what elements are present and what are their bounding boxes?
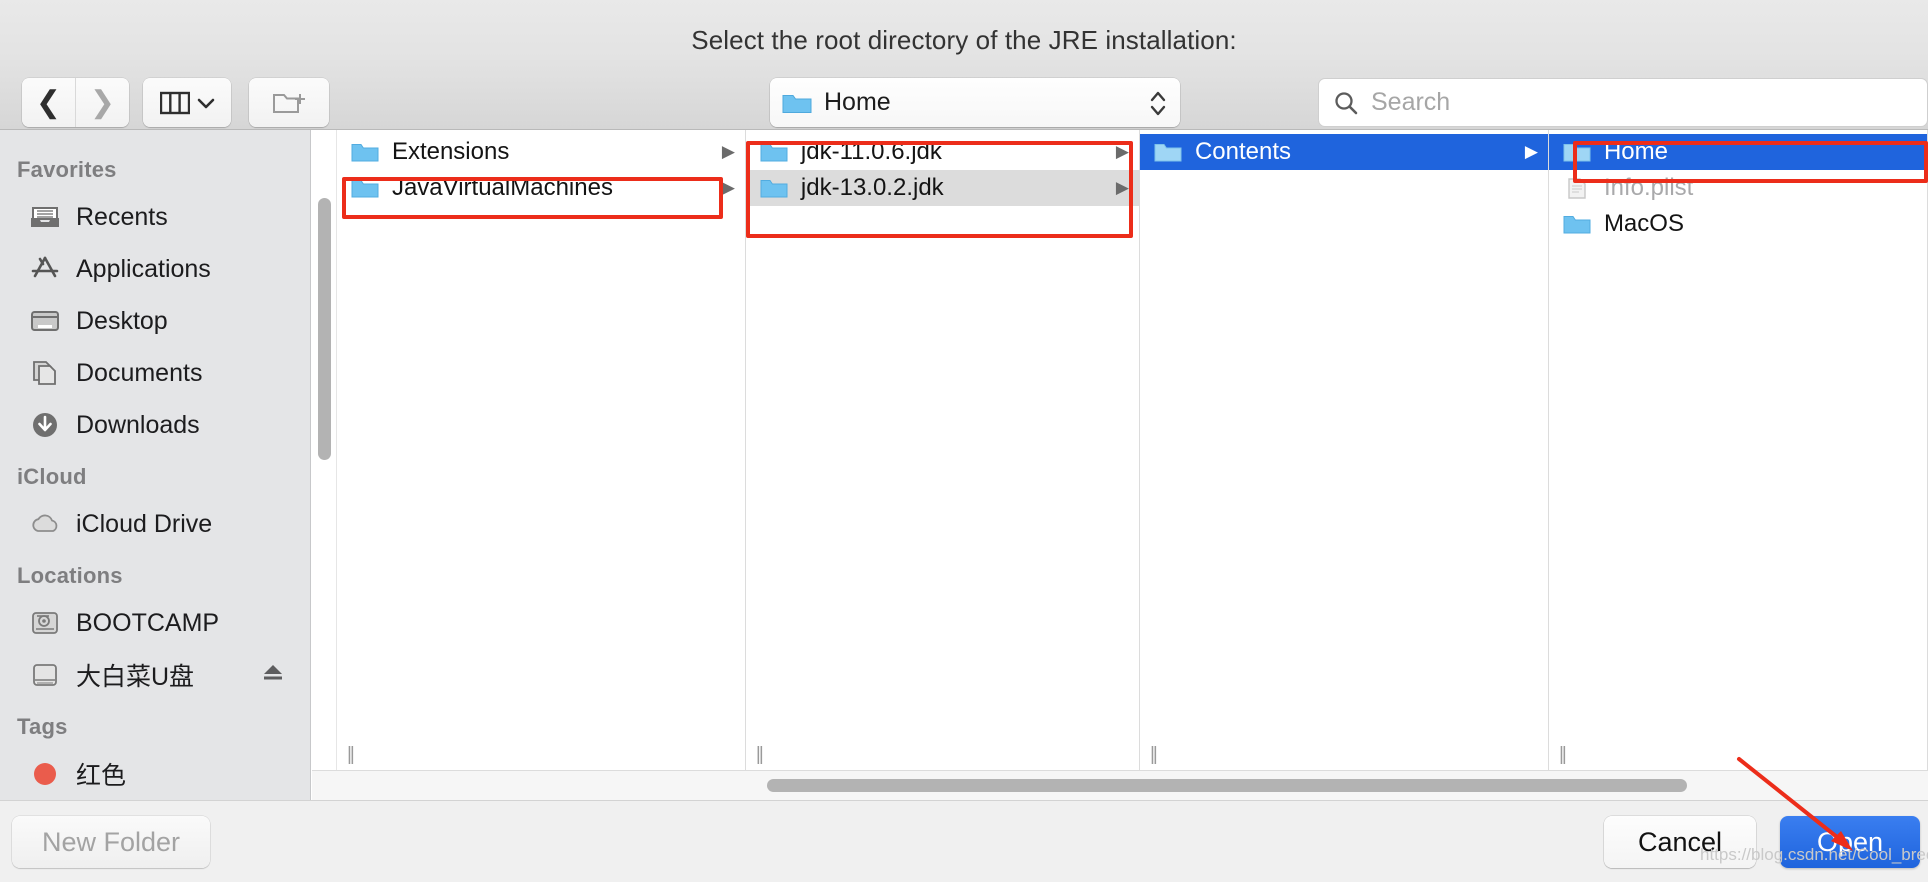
- dialog-footer: New Folder Cancel Open: [0, 800, 1928, 882]
- sidebar-item-external-drive[interactable]: 大白菜U盘: [0, 649, 310, 701]
- disclosure-arrow-icon: ▶: [721, 178, 735, 197]
- downloads-icon: [30, 411, 60, 439]
- column-2-resize-grip[interactable]: ||: [756, 744, 764, 766]
- red-tag-icon: [30, 760, 60, 788]
- disclosure-arrow-icon: ▶: [721, 142, 735, 161]
- sidebar-item-tag-red[interactable]: 红色: [0, 748, 310, 800]
- sidebar-item-applications[interactable]: Applications: [0, 243, 310, 295]
- column-2-row-jdk-11[interactable]: jdk-11.0.6.jdk ▶: [746, 134, 1139, 170]
- browser-horizontal-scrollbar[interactable]: [312, 770, 1928, 801]
- folder-icon: [351, 141, 379, 164]
- scrollbar-thumb[interactable]: [318, 198, 331, 460]
- sidebar-item-label: Documents: [76, 358, 203, 387]
- row-label: Home: [1603, 138, 1668, 165]
- column-4-resize-grip[interactable]: ||: [1559, 744, 1567, 766]
- column-1-scrollbar[interactable]: [312, 130, 337, 770]
- sidebar-item-desktop[interactable]: Desktop: [0, 295, 310, 347]
- row-label: jdk-13.0.2.jdk: [800, 174, 944, 201]
- search-field[interactable]: Search: [1318, 78, 1928, 127]
- forward-button[interactable]: ❯: [75, 78, 129, 127]
- folder-icon: [782, 91, 812, 115]
- applications-icon: [30, 255, 60, 283]
- sidebar-item-label: Desktop: [76, 306, 168, 335]
- column-3: Contents ▶ ||: [1139, 130, 1549, 770]
- column-4-row-macos[interactable]: MacOS: [1549, 206, 1927, 242]
- folder-icon: [760, 141, 788, 164]
- disclosure-arrow-icon: ▶: [1115, 178, 1129, 197]
- sidebar-item-icloud-drive[interactable]: iCloud Drive: [0, 498, 310, 550]
- external-drive-icon: [30, 661, 60, 689]
- icloud-drive-icon: [30, 510, 60, 538]
- chevron-down-icon: [197, 97, 215, 109]
- sidebar-item-label: Applications: [76, 254, 211, 283]
- scrollbar-thumb[interactable]: [767, 779, 1687, 792]
- row-label: jdk-11.0.6.jdk: [800, 138, 942, 165]
- sidebar-item-label: 大白菜U盘: [76, 663, 195, 691]
- back-button[interactable]: ❮: [22, 78, 75, 127]
- sidebar-item-label: iCloud Drive: [76, 509, 213, 538]
- column-1: Extensions ▶ JavaVirtualMachines ▶ ||: [336, 130, 746, 770]
- plist-file-icon: [1563, 177, 1591, 200]
- search-placeholder: Search: [1371, 88, 1451, 116]
- folder-icon: [1563, 141, 1591, 164]
- column-2-row-jdk-13[interactable]: jdk-13.0.2.jdk ▶: [745, 170, 1139, 206]
- hard-disk-icon: [30, 609, 60, 637]
- dialog-prompt: Select the root directory of the JRE ins…: [691, 25, 1237, 55]
- new-folder-button[interactable]: New Folder: [12, 816, 210, 868]
- desktop-icon: [30, 307, 60, 335]
- view-mode-button[interactable]: [143, 78, 231, 127]
- sidebar: Favorites Recents Applications Desktop D…: [0, 130, 311, 800]
- row-label: JavaVirtualMachines: [391, 174, 613, 201]
- sidebar-item-recents[interactable]: Recents: [0, 191, 310, 243]
- sidebar-section-icloud-header: iCloud: [17, 464, 87, 489]
- sidebar-section-favorites-header: Favorites: [17, 157, 117, 182]
- sidebar-item-downloads[interactable]: Downloads: [0, 399, 310, 451]
- column-browser: Extensions ▶ JavaVirtualMachines ▶ || jd…: [312, 130, 1928, 770]
- row-label: Info.plist: [1603, 174, 1694, 201]
- disclosure-arrow-icon: ▶: [1524, 142, 1538, 161]
- cancel-button[interactable]: Cancel: [1604, 816, 1756, 868]
- sidebar-item-label: 红色: [76, 762, 127, 790]
- folder-icon: [351, 177, 379, 200]
- open-button[interactable]: Open: [1780, 816, 1920, 868]
- folder-icon: [1563, 213, 1591, 236]
- column-1-row-extensions[interactable]: Extensions ▶: [337, 134, 745, 170]
- navigation-buttons: ❮ ❯: [22, 78, 129, 127]
- sidebar-item-label: BOOTCAMP: [76, 608, 220, 637]
- row-label: Contents: [1194, 138, 1292, 165]
- column-3-resize-grip[interactable]: ||: [1150, 744, 1158, 766]
- new-folder-icon: [272, 89, 306, 117]
- sidebar-item-documents[interactable]: Documents: [0, 347, 310, 399]
- documents-icon: [30, 359, 60, 387]
- sidebar-section-tags-header: Tags: [17, 714, 68, 739]
- chevron-right-icon: ❯: [89, 85, 116, 119]
- column-view-icon: [159, 91, 190, 115]
- column-1-resize-grip[interactable]: ||: [347, 744, 355, 766]
- sidebar-item-label: Recents: [76, 202, 168, 231]
- sidebar-item-label: Downloads: [76, 410, 200, 439]
- column-4: Home Info.plist MacOS ||: [1548, 130, 1928, 770]
- column-2: jdk-11.0.6.jdk ▶ jdk-13.0.2.jdk ▶ ||: [745, 130, 1140, 770]
- eject-icon[interactable]: [260, 661, 286, 689]
- row-label: Extensions: [391, 138, 510, 165]
- folder-icon: [1154, 141, 1182, 164]
- path-stepper-icon: [1148, 86, 1168, 120]
- row-label: MacOS: [1603, 210, 1684, 237]
- recents-icon: [30, 203, 60, 231]
- sidebar-item-bootcamp[interactable]: BOOTCAMP: [0, 597, 310, 649]
- chevron-left-icon: ❮: [35, 85, 62, 119]
- search-icon: [1333, 90, 1359, 116]
- file-chooser-dialog: Select the root directory of the JRE ins…: [0, 0, 1928, 882]
- column-4-row-info-plist: Info.plist: [1549, 170, 1927, 206]
- path-popup-button[interactable]: Home: [770, 78, 1180, 127]
- new-folder-toolbar-button[interactable]: [249, 78, 329, 127]
- column-3-row-contents[interactable]: Contents ▶: [1139, 134, 1548, 170]
- folder-icon: [760, 177, 788, 200]
- column-1-row-javavirtualmachines[interactable]: JavaVirtualMachines ▶: [337, 170, 745, 206]
- dialog-titlebar: Select the root directory of the JRE ins…: [0, 0, 1928, 130]
- column-4-row-home[interactable]: Home: [1548, 134, 1927, 170]
- path-popup-label: Home: [824, 88, 891, 116]
- sidebar-section-locations-header: Locations: [17, 563, 123, 588]
- disclosure-arrow-icon: ▶: [1115, 142, 1129, 161]
